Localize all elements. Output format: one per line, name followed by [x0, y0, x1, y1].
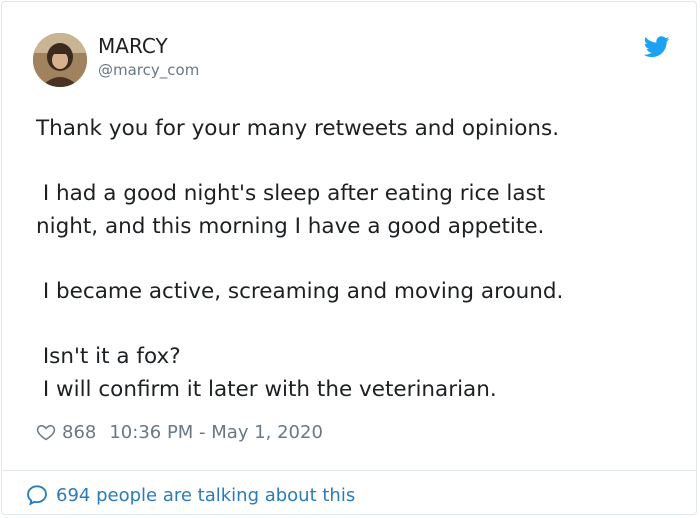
tweet-line: I had a good night's sleep after eating …	[36, 181, 546, 206]
tweet-line: I will confirm it later with the veterin…	[36, 377, 497, 402]
heart-icon[interactable]	[36, 422, 56, 442]
tweet-timestamp[interactable]: 10:36 PM - May 1, 2020	[109, 422, 323, 443]
tweet-line: night, and this morning I have a good ap…	[36, 214, 545, 239]
author-display-name[interactable]: MARCY	[98, 34, 168, 58]
conversation-link[interactable]: 694 people are talking about this	[26, 483, 355, 507]
avatar[interactable]	[33, 33, 87, 87]
paragraph-break	[36, 243, 676, 275]
tweet-line: I became active, screaming and moving ar…	[36, 279, 564, 304]
like-count[interactable]: 868	[62, 422, 96, 443]
conversation-label[interactable]: 694 people are talking about this	[56, 485, 355, 506]
tweet-meta: 868 10:36 PM - May 1, 2020	[36, 420, 323, 444]
paragraph-break	[36, 145, 676, 177]
tweet-line: Isn't it a fox?	[36, 344, 181, 369]
divider	[2, 470, 696, 471]
tweet-card: MARCY @marcy_com Thank you for your many…	[1, 1, 697, 515]
twitter-bird-icon[interactable]	[643, 36, 670, 58]
tweet-text: Thank you for your many retweets and opi…	[36, 112, 676, 406]
speech-bubble-icon	[26, 484, 48, 506]
tweet-line: Thank you for your many retweets and opi…	[36, 116, 560, 141]
paragraph-break	[36, 308, 676, 340]
author-handle[interactable]: @marcy_com	[98, 60, 199, 80]
